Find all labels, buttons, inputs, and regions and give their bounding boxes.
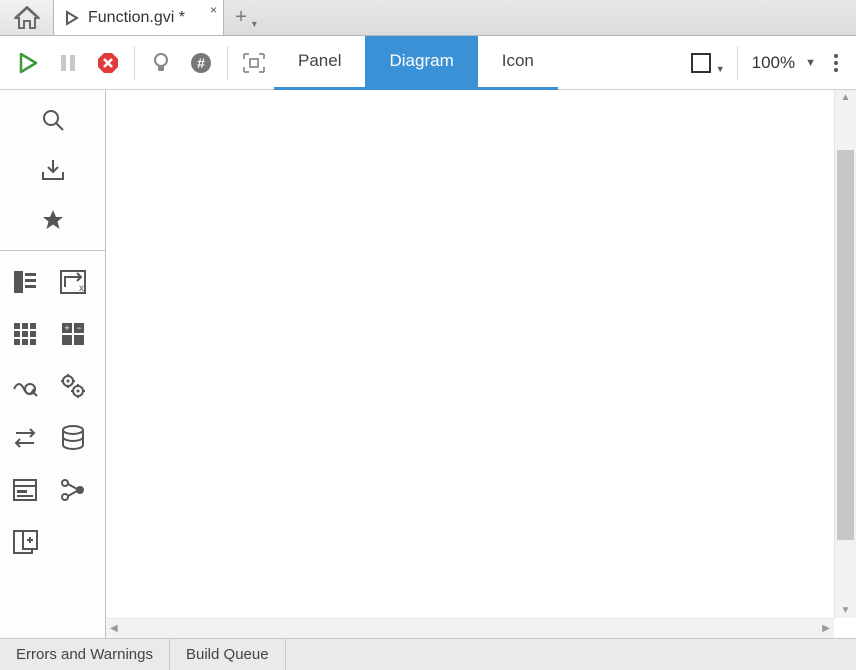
palette-comparison[interactable] — [10, 423, 40, 453]
palette-ui[interactable] — [10, 475, 40, 505]
more-menu-button[interactable] — [824, 53, 848, 73]
download-button[interactable] — [40, 158, 66, 182]
view-tabs: Panel Diagram Icon — [274, 36, 558, 90]
build-queue-pane[interactable]: Build Queue — [170, 639, 286, 670]
file-tab[interactable]: Function.gvi * × — [54, 0, 224, 35]
retain-wires-button[interactable]: # — [181, 43, 221, 83]
scroll-right-icon: ▶ — [822, 623, 830, 634]
addon-icon — [12, 529, 38, 555]
run-button[interactable] — [8, 43, 48, 83]
svg-text:+: + — [64, 323, 69, 333]
icon-tab-label: Icon — [502, 51, 534, 71]
panel-tab-label: Panel — [298, 51, 341, 71]
pause-icon — [58, 53, 78, 73]
panel-tab[interactable]: Panel — [274, 36, 365, 90]
scroll-left-icon: ◀ — [110, 623, 118, 634]
flow-icon: x — [59, 269, 87, 295]
toolbar: # Panel Diagram Icon ▼ 100% ▼ — [0, 36, 856, 90]
search-icon — [41, 108, 65, 132]
palette-math[interactable]: +− — [58, 319, 88, 349]
star-icon — [41, 208, 65, 232]
diagram-canvas[interactable] — [106, 90, 834, 618]
home-tab[interactable] — [0, 0, 54, 35]
scroll-up-icon: ▲ — [835, 92, 856, 103]
scroll-down-icon: ▼ — [835, 605, 856, 616]
file-tab-label: Function.gvi * — [88, 9, 185, 27]
square-icon — [690, 52, 712, 74]
stop-icon — [97, 52, 119, 74]
chevron-down-icon: ▼ — [250, 19, 259, 29]
connector-pane-button[interactable]: ▼ — [684, 52, 731, 74]
graph-icon — [60, 478, 86, 502]
stop-button[interactable] — [88, 43, 128, 83]
window-icon — [12, 478, 38, 502]
separator — [737, 46, 738, 80]
zoom-value: 100% — [752, 53, 795, 73]
run-icon — [17, 52, 39, 74]
palette-program-flow[interactable]: x — [58, 267, 88, 297]
analysis-icon — [12, 373, 38, 399]
close-tab-button[interactable]: × — [210, 3, 217, 17]
vertical-scrollbar[interactable]: ▲ ▼ — [834, 90, 856, 618]
chevron-down-icon: ▼ — [805, 57, 816, 69]
database-icon — [61, 425, 85, 451]
svg-text:x: x — [79, 283, 84, 294]
download-icon — [40, 158, 66, 182]
zoom-dropdown[interactable]: 100% ▼ — [744, 53, 824, 73]
errors-pane[interactable]: Errors and Warnings — [0, 639, 170, 670]
kebab-icon — [833, 53, 839, 73]
grid-icon — [13, 322, 37, 346]
palette-data-types[interactable] — [10, 267, 40, 297]
pause-button[interactable] — [48, 43, 88, 83]
swap-icon — [12, 427, 38, 449]
tab-bar: Function.gvi * × + ▼ — [0, 0, 856, 36]
separator — [134, 46, 135, 80]
status-bar: Errors and Warnings Build Queue — [0, 638, 856, 670]
palette-storage[interactable] — [58, 423, 88, 453]
scan-icon — [242, 52, 266, 74]
math-icon: +− — [60, 321, 86, 347]
horizontal-scrollbar[interactable]: ◀ ▶ — [106, 618, 834, 638]
palette-grid: x +− — [0, 251, 105, 595]
datatype-icon — [12, 269, 38, 295]
build-queue-label: Build Queue — [186, 646, 269, 663]
plus-icon: + — [235, 6, 247, 29]
palette-connectivity[interactable] — [58, 475, 88, 505]
left-palette: x +− — [0, 90, 106, 638]
separator — [227, 46, 228, 80]
run-glyph-icon — [64, 10, 80, 26]
main-area: x +− — [0, 90, 856, 638]
search-button[interactable] — [41, 108, 65, 132]
svg-text:−: − — [76, 323, 81, 333]
new-tab-button[interactable]: + ▼ — [224, 0, 270, 35]
tool-strip — [0, 90, 105, 251]
capture-button[interactable] — [234, 43, 274, 83]
diagram-tab-label: Diagram — [389, 51, 453, 71]
canvas-area: ▲ ▼ ◀ ▶ — [106, 90, 856, 638]
palette-hardware[interactable] — [58, 371, 88, 401]
gears-icon — [60, 373, 86, 399]
palette-analysis[interactable] — [10, 371, 40, 401]
highlight-button[interactable] — [141, 43, 181, 83]
palette-array[interactable] — [10, 319, 40, 349]
home-icon — [14, 6, 40, 30]
errors-label: Errors and Warnings — [16, 646, 153, 663]
hash-icon: # — [190, 52, 212, 74]
icon-tab[interactable]: Icon — [478, 36, 558, 90]
scroll-thumb[interactable] — [837, 150, 854, 540]
svg-text:#: # — [197, 55, 205, 71]
bulb-icon — [151, 52, 171, 74]
palette-addon[interactable] — [10, 527, 40, 557]
chevron-down-icon: ▼ — [716, 64, 725, 74]
diagram-tab[interactable]: Diagram — [365, 36, 477, 90]
favorites-button[interactable] — [41, 208, 65, 232]
